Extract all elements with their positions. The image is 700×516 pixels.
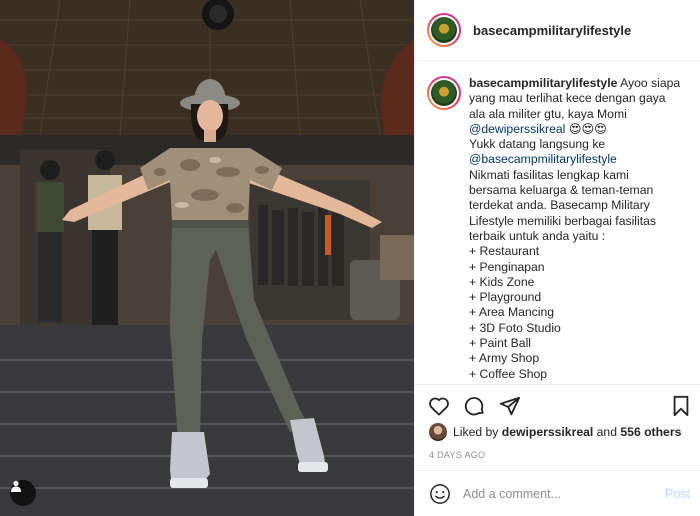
likes-count[interactable]: 556 others — [620, 425, 681, 439]
caption-line: + Area Mancing — [469, 305, 555, 320]
comment-bar: Post — [415, 470, 700, 516]
post-timestamp[interactable]: 4 days ago — [429, 450, 485, 460]
caption-line: ala ala militer gtu, kaya Momi — [469, 106, 627, 121]
caption-line: terdekat anda. Basecamp Military — [469, 198, 650, 213]
caption-line: bersama keluarga & teman-teman — [469, 183, 654, 198]
save-button[interactable] — [669, 394, 693, 418]
share-button[interactable] — [498, 394, 522, 418]
liker-username[interactable]: dewiperssikreal — [502, 425, 593, 439]
caption-line: + 3D Foto Studio — [469, 320, 561, 335]
avatar[interactable] — [427, 13, 461, 47]
heart-icon — [429, 397, 449, 416]
like-button[interactable] — [427, 394, 451, 418]
post-comment-button[interactable]: Post — [665, 487, 690, 501]
caption-line: + Penginapan — [469, 259, 545, 274]
emoji-button[interactable] — [429, 483, 451, 505]
caption-row: basecampmilitarylifestyle Ayoo siapa yan… — [427, 76, 689, 382]
caption-avatar[interactable] — [427, 76, 461, 110]
caption-line: @dewiperssikreal 😍😍😍 — [469, 122, 689, 137]
caption-line: yang mau terlihat kece dengan gaya — [469, 91, 666, 106]
caption-text-segment: Ayoo siapa — [620, 76, 681, 90]
bookmark-icon — [673, 395, 689, 417]
caption-emoji: 😍😍😍 — [565, 121, 607, 136]
action-bar — [415, 384, 700, 424]
likes-summary[interactable]: Liked by dewiperssikreal and 556 others — [429, 423, 681, 441]
user-tag-button[interactable] — [10, 480, 36, 506]
photo-scene — [0, 0, 414, 516]
comment-input[interactable] — [463, 486, 653, 501]
post-side-panel: basecampmilitarylifestyle basecampmilita… — [414, 0, 700, 516]
person-icon — [11, 480, 21, 492]
caption-line: @basecampmilitarylifestyle — [469, 152, 689, 167]
post-photo[interactable] — [0, 0, 414, 516]
caption-line: basecampmilitarylifestyle Ayoo siapa — [469, 76, 689, 91]
header-username[interactable]: basecampmilitarylifestyle — [473, 23, 631, 38]
caption-line: + Kids Zone — [469, 274, 535, 289]
caption-line: + Paint Ball — [469, 336, 531, 351]
paper-plane-icon — [499, 396, 521, 416]
caption-line: Yukk datang langsung ke — [469, 137, 606, 152]
caption-profile-picture — [431, 80, 457, 106]
likes-and: and — [596, 425, 617, 439]
likes-prefix: Liked by — [453, 425, 499, 439]
comment-button[interactable] — [463, 394, 487, 418]
caption-line: + Playground — [469, 290, 542, 305]
mention-link[interactable]: @basecampmilitarylifestyle — [469, 152, 617, 166]
caption-username[interactable]: basecampmilitarylifestyle — [469, 76, 617, 90]
mention-link[interactable]: @dewiperssikreal — [469, 122, 565, 136]
post-header: basecampmilitarylifestyle — [415, 0, 700, 61]
comment-icon — [464, 397, 484, 416]
caption-line: terbaik untuk anda yaitu : — [469, 228, 606, 243]
caption-line: Lifestyle memiliki berbagai fasilitas — [469, 213, 656, 228]
profile-picture — [431, 17, 457, 43]
caption-area: basecampmilitarylifestyle Ayoo siapa yan… — [415, 62, 700, 384]
caption-line: + Restaurant — [469, 244, 540, 259]
smiley-icon — [430, 483, 450, 504]
liker-avatar — [429, 423, 447, 441]
caption-line: + Coffee Shop — [469, 366, 548, 381]
caption-text: basecampmilitarylifestyle Ayoo siapa yan… — [469, 76, 689, 382]
caption-line: Nikmati fasilitas lengkap kami — [469, 167, 629, 182]
caption-line: + Army Shop — [469, 351, 540, 366]
